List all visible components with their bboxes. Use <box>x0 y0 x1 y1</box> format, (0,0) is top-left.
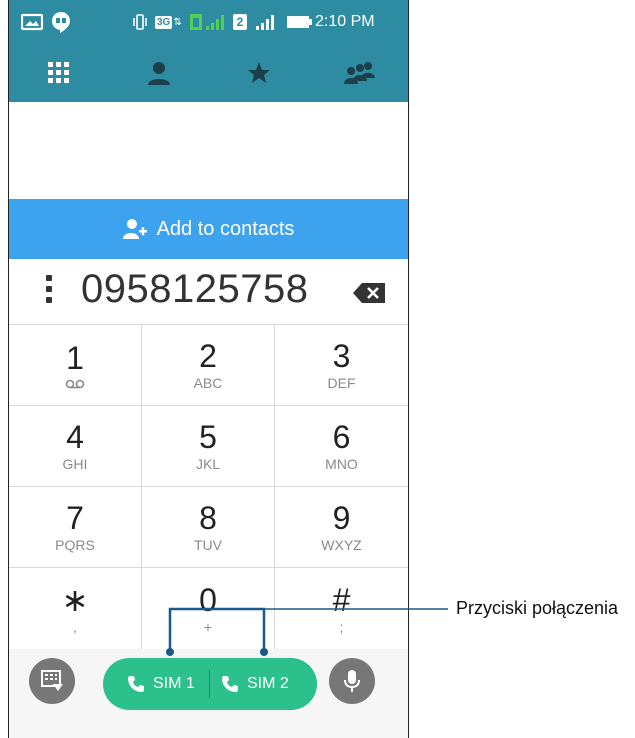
callout-lines <box>166 607 448 656</box>
callout-label: Przyciski połączenia <box>456 598 619 618</box>
